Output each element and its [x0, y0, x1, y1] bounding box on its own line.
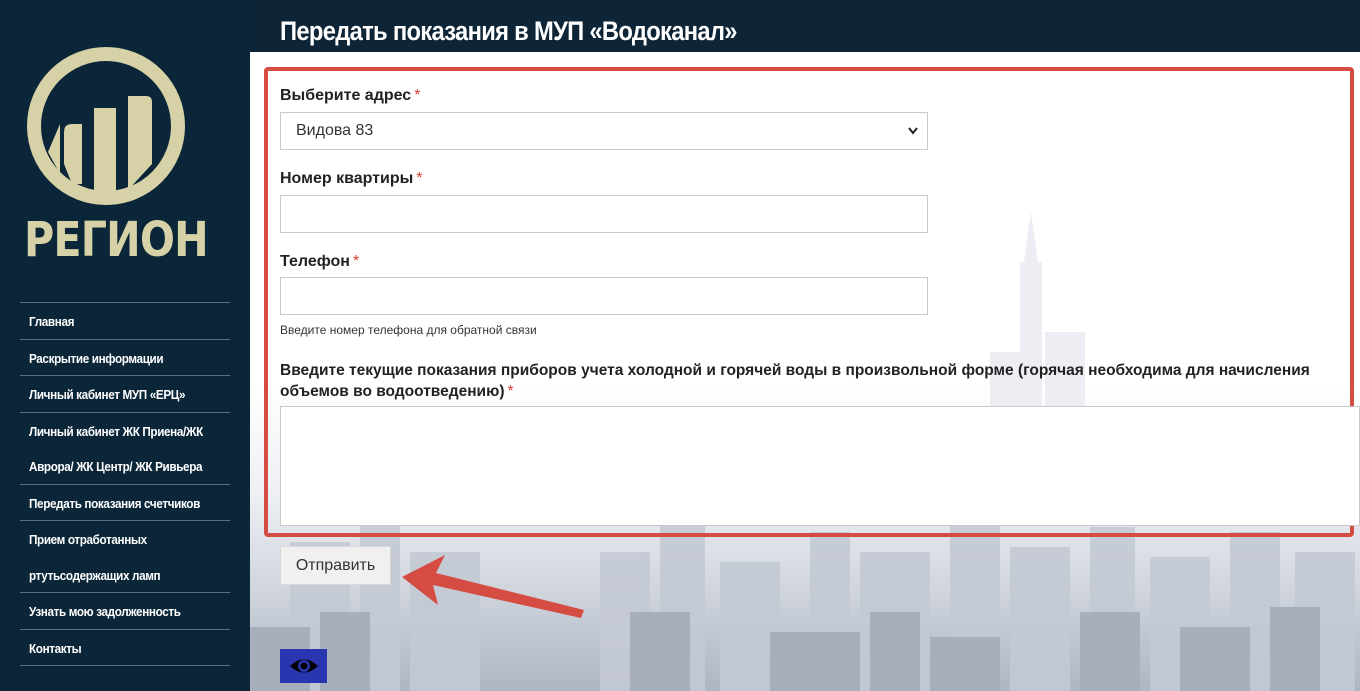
sidebar: РЕГИОН Главная Раскрытие информации Личн… — [0, 0, 250, 691]
annotation-arrow-icon — [402, 555, 584, 618]
readings-label: Введите текущие показания приборов учета… — [280, 362, 1310, 400]
logo-emblem-icon — [27, 47, 185, 205]
sidebar-item-submit-readings[interactable]: Передать показания счетчиков — [20, 483, 230, 521]
sidebar-item-lamp-recycling[interactable]: Прием отработанных ртутьсодержащих ламп — [20, 520, 230, 592]
eye-icon — [290, 659, 318, 673]
accessibility-button[interactable] — [280, 649, 327, 683]
submit-button[interactable]: Отправить — [280, 546, 391, 585]
readings-textarea[interactable] — [280, 406, 1360, 526]
sidebar-item-residential-cabinet[interactable]: Личный кабинет ЖК Приена/ЖК Аврора/ ЖК Це… — [20, 411, 230, 484]
address-select[interactable]: Видова 83 — [280, 112, 928, 150]
required-mark: * — [416, 170, 423, 187]
apartment-input[interactable] — [280, 195, 928, 233]
phone-label: Телефон * — [280, 253, 360, 270]
required-mark: * — [352, 253, 360, 270]
logo-text: РЕГИОН — [24, 212, 209, 268]
page-title: Передать показания в МУП «Водоканал» — [280, 16, 738, 46]
logo[interactable]: РЕГИОН — [24, 44, 209, 274]
sidebar-item-erc-cabinet[interactable]: Личный кабинет МУП «ЕРЦ» — [20, 375, 230, 412]
phone-help-text: Введите номер телефона для обратной связ… — [280, 323, 537, 337]
sidebar-item-debt[interactable]: Узнать мою задолженность — [20, 592, 230, 629]
sidebar-item-contacts[interactable]: Контакты — [20, 628, 230, 666]
apartment-label: Номер квартиры * — [280, 170, 423, 187]
sidebar-item-home[interactable]: Главная — [20, 302, 230, 339]
chevron-down-icon — [907, 113, 919, 163]
required-mark: * — [507, 383, 514, 400]
address-label: Выберите адрес * — [280, 87, 421, 104]
sidebar-item-disclosure[interactable]: Раскрытие информации — [20, 338, 230, 376]
sidebar-nav: Главная Раскрытие информации Личный каби… — [20, 302, 230, 666]
required-mark: * — [414, 87, 421, 104]
phone-input[interactable] — [280, 277, 928, 315]
